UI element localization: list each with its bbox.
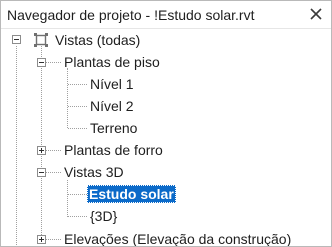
collapse-toggle-3d-views[interactable] <box>37 168 46 177</box>
tree-item-solar-study[interactable]: Estudo solar <box>87 185 176 203</box>
title-bar[interactable]: Navegador de projeto - !Estudo solar.rvt <box>1 1 331 29</box>
tree-connector <box>68 194 87 195</box>
tree-item-floor-plans[interactable]: Plantas de piso <box>62 53 162 71</box>
project-tree: Vistas (todas) Plantas de piso Nível 1 N… <box>1 29 331 246</box>
tree-connector <box>16 46 17 246</box>
views-icon <box>34 33 48 47</box>
tree-item-level-2[interactable]: Nível 2 <box>88 97 136 115</box>
tree-connector <box>46 239 61 240</box>
tree-item-ceiling-plans[interactable]: Plantas de forro <box>62 141 165 159</box>
collapse-toggle-views[interactable] <box>12 35 21 44</box>
tree-connector <box>67 180 68 217</box>
collapse-toggle-floor-plans[interactable] <box>37 58 46 67</box>
panel-title: Navegador de projeto - !Estudo solar.rvt <box>7 7 255 23</box>
close-icon <box>310 8 322 20</box>
tree-item-elevations[interactable]: Elevações (Elevação da construção) <box>62 230 293 246</box>
close-button[interactable] <box>307 5 325 23</box>
tree-item-default-3d[interactable]: {3D} <box>88 207 119 225</box>
tree-connector <box>46 150 61 151</box>
tree-connector <box>67 68 68 128</box>
tree-connector <box>68 106 87 107</box>
tree-connector <box>68 84 87 85</box>
tree-connector <box>46 62 61 63</box>
tree-connector <box>68 128 87 129</box>
expand-toggle-elevations[interactable] <box>37 235 46 244</box>
tree-item-site[interactable]: Terreno <box>88 119 139 137</box>
tree-connector <box>68 216 87 217</box>
tree-item-level-1[interactable]: Nível 1 <box>88 75 136 93</box>
tree-connector <box>41 46 42 239</box>
tree-item-views-all[interactable]: Vistas (todas) <box>53 31 142 49</box>
expand-toggle-ceiling-plans[interactable] <box>37 146 46 155</box>
project-browser-panel: Navegador de projeto - !Estudo solar.rvt <box>0 0 332 247</box>
tree-item-3d-views[interactable]: Vistas 3D <box>62 163 126 181</box>
tree-connector <box>46 172 61 173</box>
